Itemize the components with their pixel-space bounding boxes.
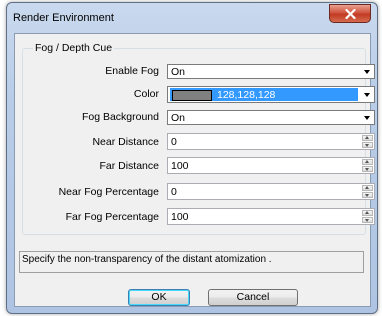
near-fog-percentage-spinbox[interactable]: 0 — [167, 183, 375, 200]
fog-background-select[interactable]: On — [167, 110, 375, 125]
fog-depth-cue-group: Fog / Depth Cue Enable Fog On Color 128,… — [22, 42, 375, 235]
spin-up-button[interactable] — [362, 135, 373, 141]
color-value: 128,128,128 — [217, 89, 276, 101]
far-distance-label: Far Distance — [99, 160, 159, 172]
description-text: Specify the non-transparency of the dist… — [22, 254, 272, 265]
far-fog-percentage-spinbox[interactable]: 100 — [167, 208, 375, 225]
cancel-button[interactable]: Cancel — [208, 289, 298, 306]
color-label: Color — [133, 88, 159, 100]
description-panel: Specify the non-transparency of the dist… — [19, 251, 364, 273]
group-title: Fog / Depth Cue — [33, 42, 115, 54]
close-icon — [345, 9, 356, 19]
enable-fog-select[interactable]: On — [167, 64, 375, 79]
enable-fog-label: Enable Fog — [105, 65, 159, 77]
far-distance-value: 100 — [171, 160, 189, 172]
far-fog-percentage-label: Far Fog Percentage — [65, 211, 159, 223]
spin-down-button[interactable] — [362, 166, 373, 172]
color-swatch — [172, 90, 212, 101]
near-distance-value: 0 — [171, 136, 177, 148]
spin-down-button[interactable] — [362, 142, 373, 148]
far-fog-percentage-value: 100 — [171, 211, 189, 223]
spin-up-button[interactable] — [362, 185, 373, 191]
window-title: Render Environment — [13, 12, 114, 24]
close-button[interactable] — [329, 4, 371, 23]
dialog-client-area: Fog / Depth Cue Enable Fog On Color 128,… — [14, 33, 375, 307]
spin-up-button[interactable] — [362, 210, 373, 216]
chevron-down-icon — [364, 93, 370, 97]
fog-background-label: Fog Background — [81, 111, 159, 123]
color-selection-highlight: 128,128,128 — [170, 88, 358, 101]
dialog-window: Render Environment Fog / Depth Cue Enabl… — [6, 2, 378, 314]
fog-background-value: On — [171, 112, 186, 124]
enable-fog-value: On — [171, 66, 186, 78]
spin-up-button[interactable] — [362, 159, 373, 165]
color-select[interactable]: 128,128,128 — [167, 86, 375, 103]
spin-down-button[interactable] — [362, 217, 373, 223]
spin-down-button[interactable] — [362, 192, 373, 198]
title-bar[interactable]: Render Environment — [7, 3, 377, 33]
chevron-down-icon — [364, 70, 370, 74]
near-distance-spinbox[interactable]: 0 — [167, 133, 375, 150]
far-distance-spinbox[interactable]: 100 — [167, 157, 375, 174]
chevron-down-icon — [364, 116, 370, 120]
near-fog-percentage-label: Near Fog Percentage — [58, 186, 159, 198]
ok-button[interactable]: OK — [128, 289, 190, 306]
near-fog-percentage-value: 0 — [171, 186, 177, 198]
near-distance-label: Near Distance — [92, 136, 159, 148]
